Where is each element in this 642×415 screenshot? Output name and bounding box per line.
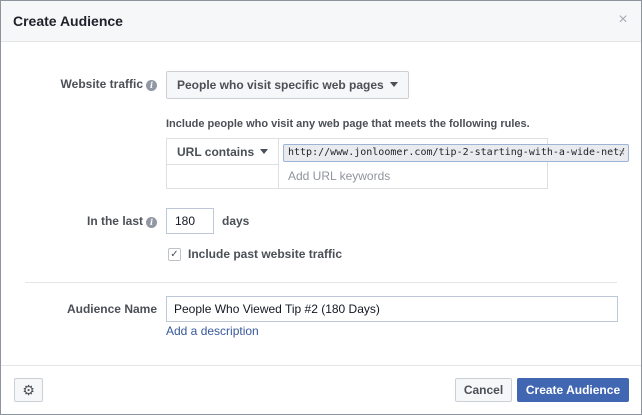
- remove-token-icon[interactable]: ×: [619, 145, 625, 161]
- settings-button[interactable]: ⚙: [14, 378, 43, 402]
- close-icon[interactable]: ×: [615, 12, 631, 28]
- rules-description: Include people who visit any web page th…: [166, 118, 530, 130]
- include-past-traffic-checkbox[interactable]: ✓: [168, 248, 181, 261]
- retention-days-input[interactable]: 180: [166, 208, 214, 234]
- in-the-last-label: In the last: [86, 214, 143, 228]
- url-condition-dropdown[interactable]: URL contains: [177, 145, 269, 159]
- gear-icon: ⚙: [22, 382, 35, 398]
- cancel-button[interactable]: Cancel: [455, 378, 512, 402]
- audience-name-label: Audience Name: [66, 302, 157, 316]
- caret-down-icon: [260, 149, 269, 154]
- info-icon[interactable]: i: [146, 217, 157, 228]
- info-icon[interactable]: i: [146, 80, 157, 91]
- website-traffic-label-group: Website traffic i: [31, 77, 157, 91]
- website-traffic-selected: People who visit specific web pages: [177, 78, 384, 92]
- website-traffic-label: Website traffic: [60, 77, 143, 91]
- create-audience-button[interactable]: Create Audience: [517, 378, 629, 402]
- url-keywords-input[interactable]: Add URL keywords: [288, 169, 390, 183]
- add-description-link[interactable]: Add a description: [166, 324, 259, 338]
- section-divider: [25, 282, 617, 283]
- url-keyword-token-text: http://www.jonloomer.com/tip-2-starting-…: [288, 147, 626, 158]
- url-rule-box: URL contains http://www.jonloomer.com/ti…: [166, 138, 629, 189]
- dialog-footer: ⚙ Cancel Create Audience: [1, 365, 641, 414]
- website-traffic-dropdown[interactable]: People who visit specific web pages: [166, 71, 409, 99]
- caret-down-icon: [389, 82, 398, 87]
- in-the-last-label-group: In the last i: [31, 214, 157, 228]
- check-icon: ✓: [170, 249, 179, 260]
- rule-divider-vertical: [278, 139, 279, 188]
- days-unit-label: days: [222, 214, 250, 228]
- include-past-traffic-label[interactable]: Include past website traffic: [188, 247, 342, 261]
- dialog-header: Create Audience ×: [1, 1, 641, 42]
- rule-divider-horizontal: [167, 164, 278, 165]
- dialog-title: Create Audience: [13, 13, 123, 29]
- url-keyword-token[interactable]: http://www.jonloomer.com/tip-2-starting-…: [283, 144, 629, 162]
- audience-name-input[interactable]: People Who Viewed Tip #2 (180 Days): [166, 296, 618, 322]
- url-condition-label: URL contains: [177, 145, 255, 159]
- create-audience-dialog: Create Audience × Website traffic i Peopl…: [0, 0, 642, 415]
